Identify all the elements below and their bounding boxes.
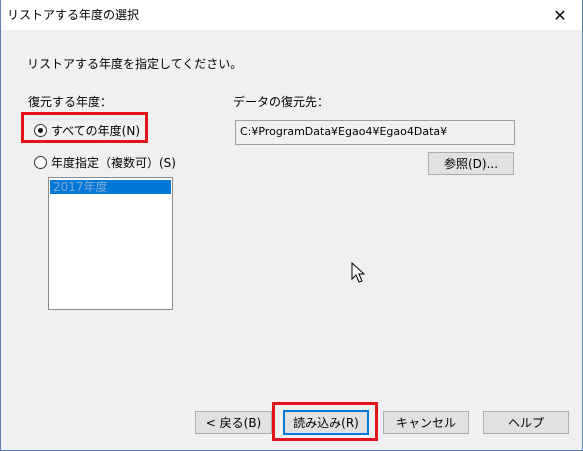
radio-specify-years[interactable]: 年度指定（複数可）(S) <box>34 154 176 171</box>
restore-year-label: 復元する年度： <box>28 95 113 109</box>
instruction-text: リストアする年度を指定してください。 <box>27 57 243 71</box>
mouse-cursor-icon <box>351 262 365 283</box>
cancel-button[interactable]: キャンセル <box>383 411 469 434</box>
radio-checked-icon <box>34 124 47 137</box>
close-icon: ✕ <box>553 5 567 25</box>
help-button[interactable]: ヘルプ <box>483 411 569 434</box>
back-button[interactable]: < 戻る(B) <box>195 411 272 434</box>
radio-all-years-label: すべての年度(N) <box>51 124 141 138</box>
load-button[interactable]: 読み込み(R) <box>283 410 369 435</box>
radio-unchecked-icon <box>34 156 47 169</box>
radio-specify-years-label: 年度指定（複数可）(S) <box>51 156 176 170</box>
title-bar[interactable]: リストアする年度の選択 ✕ <box>1 0 582 30</box>
dialog-window: リストアする年度の選択 ✕ リストアする年度を指定してください。 復元する年度：… <box>0 0 583 451</box>
close-button[interactable]: ✕ <box>538 0 582 30</box>
radio-all-years[interactable]: すべての年度(N) <box>34 122 140 139</box>
browse-button[interactable]: 参照(D)... <box>428 152 514 175</box>
year-listbox[interactable]: 2017年度 <box>48 177 173 310</box>
destination-label: データの復元先： <box>233 95 330 109</box>
destination-path-field[interactable]: C:¥ProgramData¥Egao4¥Egao4Data¥ <box>235 120 515 145</box>
window-title: リストアする年度の選択 <box>7 8 140 22</box>
list-item[interactable]: 2017年度 <box>50 180 171 194</box>
